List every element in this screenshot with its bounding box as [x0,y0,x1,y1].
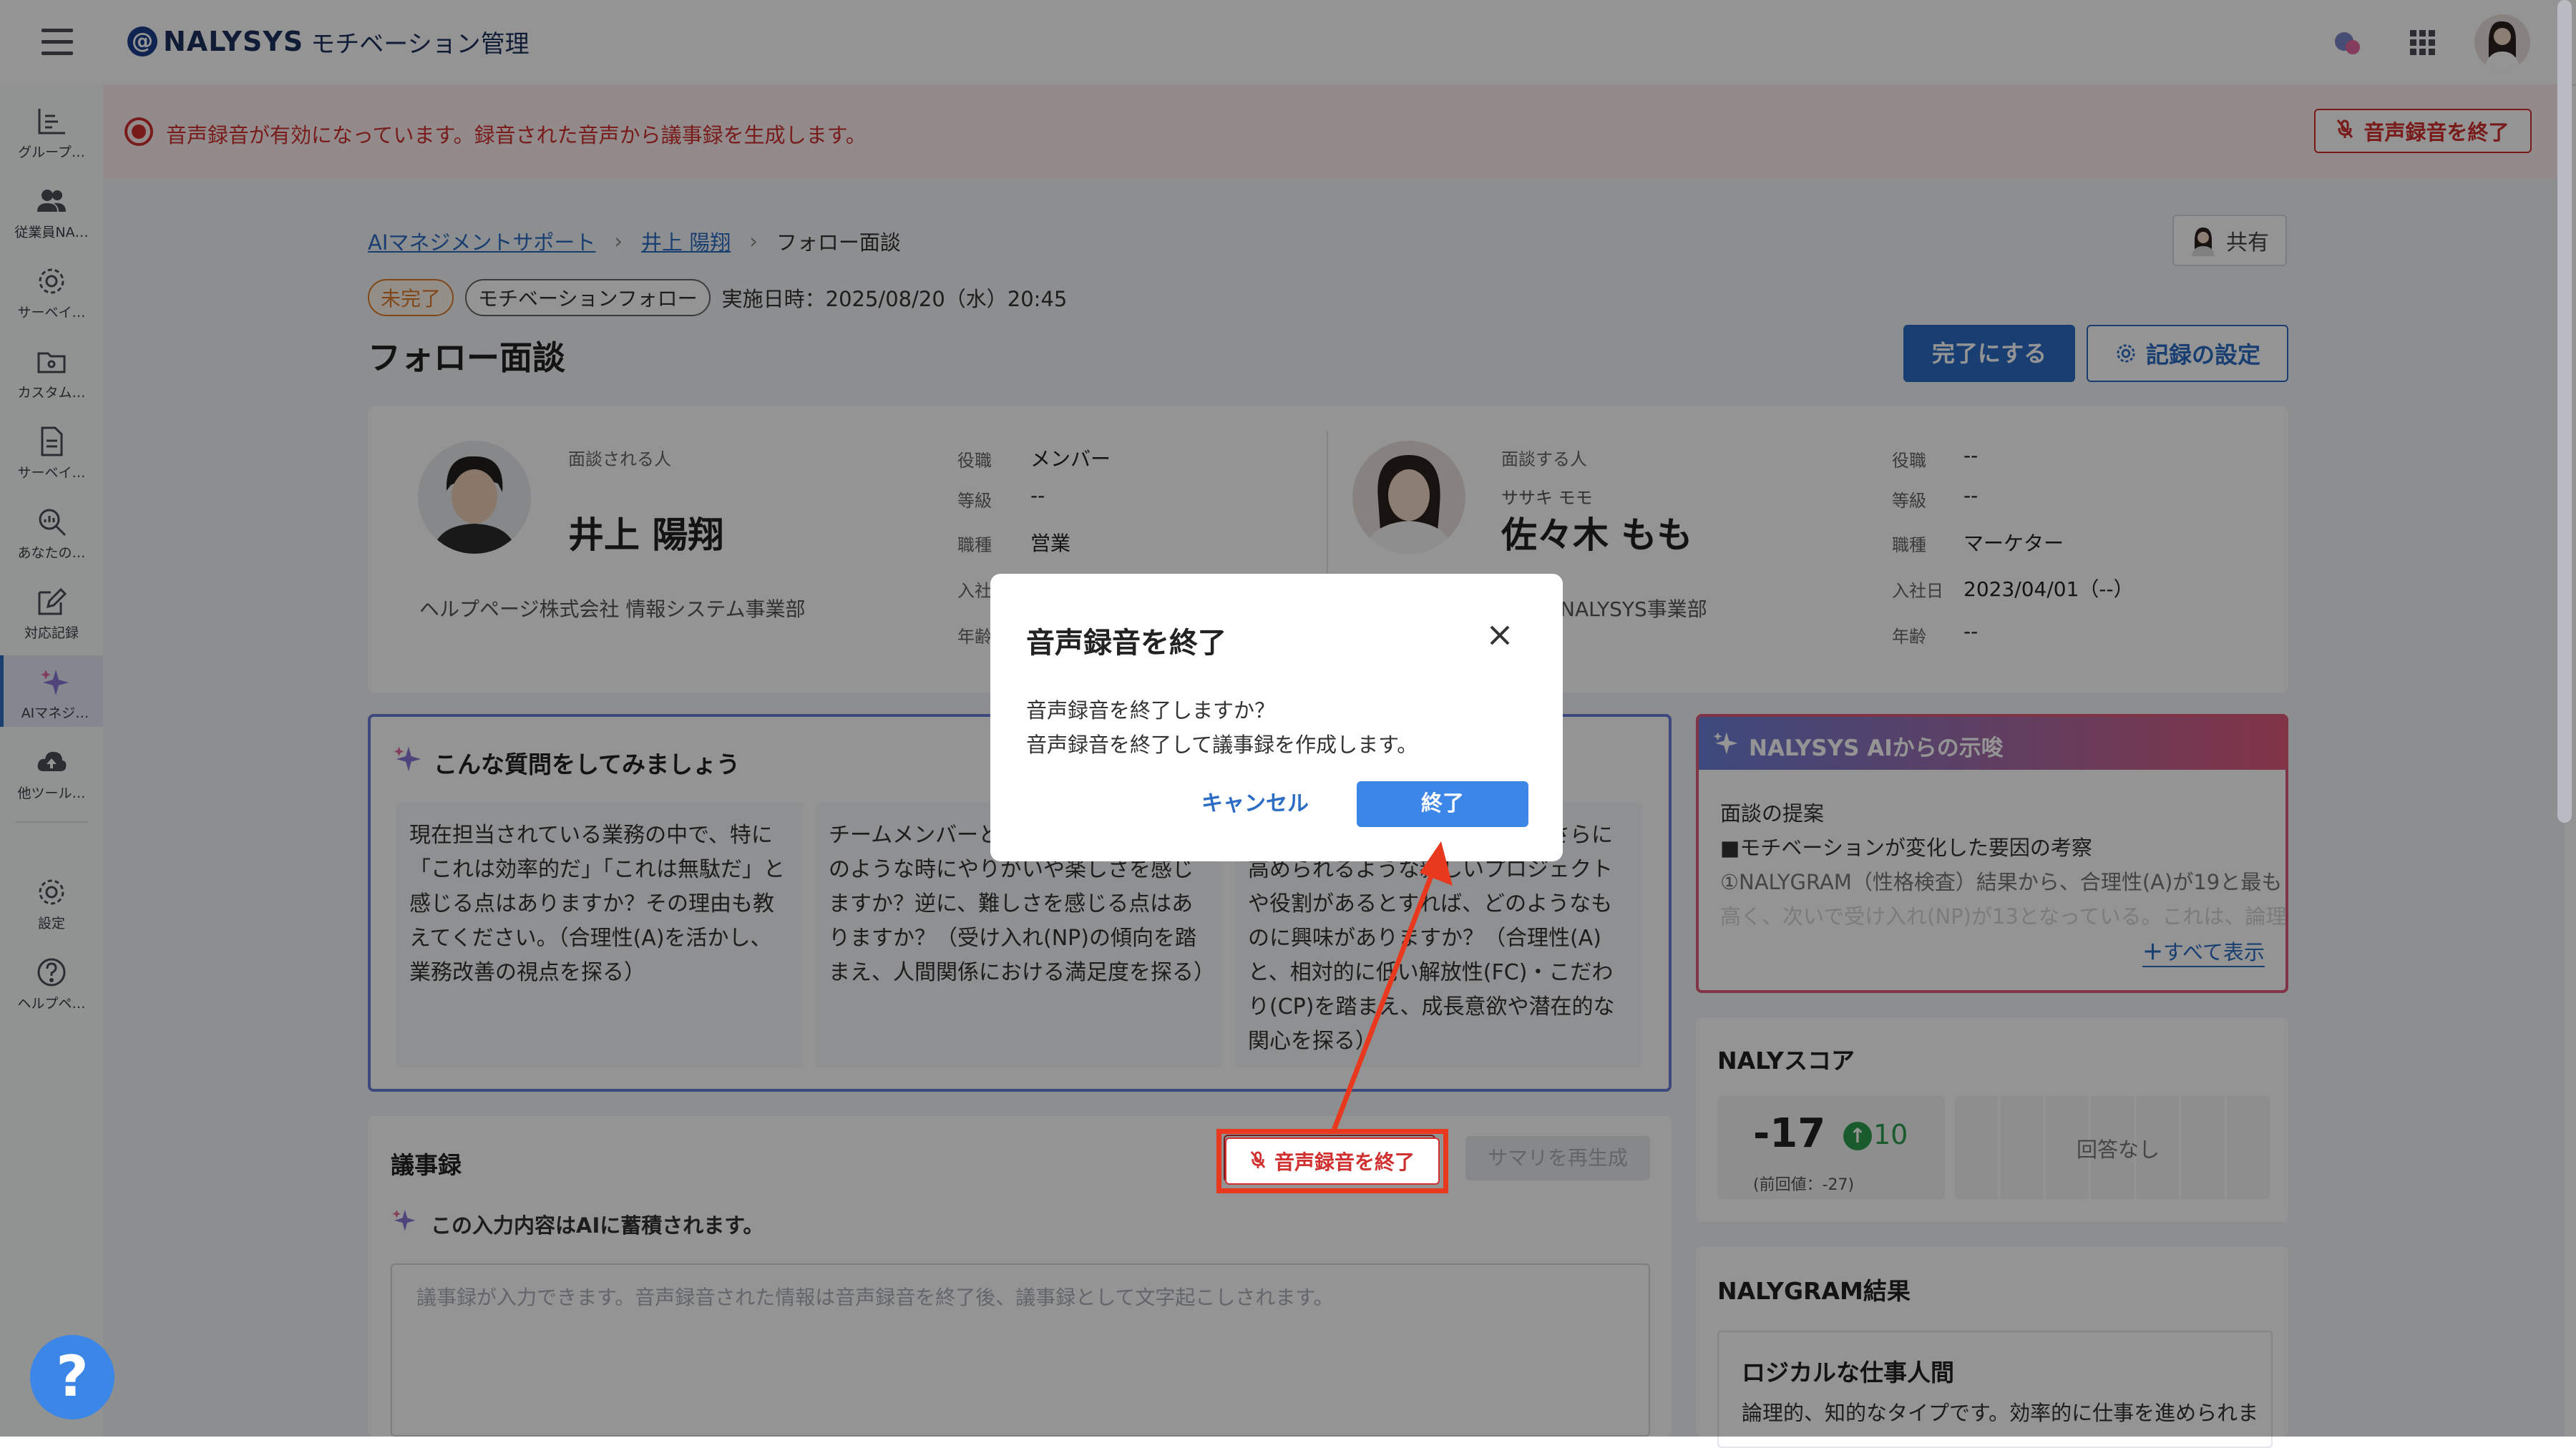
annotation-arrow [1331,841,1453,1132]
